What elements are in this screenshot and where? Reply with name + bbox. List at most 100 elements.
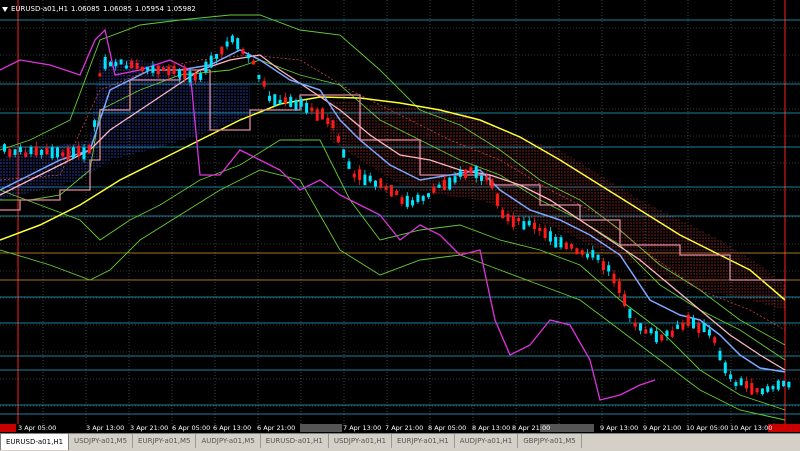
candle-bear	[98, 73, 102, 77]
candle-bear	[326, 117, 330, 125]
candle-bear	[77, 145, 81, 156]
candle-bull	[405, 195, 409, 207]
candle-bull	[56, 147, 59, 158]
candle-bull	[342, 149, 346, 158]
candle-bull	[93, 120, 97, 127]
band-line	[0, 169, 786, 421]
candle-bull	[453, 176, 457, 183]
tab-eurusd-a01-h1-0[interactable]: EURUSD-a01,H1	[0, 434, 70, 450]
candle-bear	[395, 190, 399, 195]
candle-bear	[66, 147, 70, 160]
candle-bull	[204, 61, 208, 73]
candle-bull	[246, 54, 250, 59]
candle-bull	[230, 35, 234, 43]
candle-bull	[734, 382, 738, 386]
time-axis-label: 6 Apr 21:00	[257, 424, 296, 432]
time-axis-label: 7 Apr 21:00	[385, 424, 424, 432]
candle-bear	[183, 67, 187, 79]
candle-bull	[649, 328, 653, 334]
candle-bear	[283, 97, 287, 104]
candle-bull	[215, 53, 218, 59]
candle-bear	[220, 46, 224, 55]
candle-bear	[358, 169, 362, 181]
candle-bull	[146, 66, 150, 71]
tab-gbpjpy-a01-m5-8[interactable]: GBPJPY-a01,M5	[518, 434, 582, 448]
close-value: 1.05982	[166, 5, 196, 13]
low-value: 1.05954	[134, 5, 164, 13]
tab-usdjpy-a01-m5-1[interactable]: USDJPY-a01,M5	[69, 434, 134, 448]
time-axis-label: 10 Apr 05:00	[686, 424, 729, 432]
time-axis-label: 3 Apr 13:00	[86, 424, 125, 432]
candle-bull	[665, 330, 669, 337]
candle-bear	[713, 337, 717, 343]
candle-bear	[389, 184, 393, 197]
candle-bear	[580, 250, 584, 255]
tab-audjpy-a01-h1-7[interactable]: AUDJPY-a01,H1	[455, 434, 519, 448]
candle-bull	[151, 65, 155, 73]
candle-bear	[633, 322, 637, 327]
candle-bear	[352, 173, 356, 178]
candle-bear	[517, 218, 521, 222]
candle-bear	[686, 314, 690, 326]
candle-bull	[3, 144, 6, 152]
candle-bear	[61, 152, 65, 157]
candle-bull	[236, 38, 240, 50]
candle-bull	[294, 100, 298, 110]
candle-bear	[644, 329, 648, 334]
candle-bear	[485, 176, 489, 181]
candle-bull	[50, 147, 54, 159]
time-axis-label: 7 Apr 13:00	[343, 424, 382, 432]
candle-bull	[109, 62, 112, 67]
candle-bull	[199, 73, 203, 80]
candle-bear	[8, 149, 12, 157]
chart-header: EURUSD-a01,H1 1.06085 1.06085 1.05954 1.…	[2, 3, 199, 15]
candle-bear	[156, 65, 160, 75]
candle-bull	[257, 74, 261, 79]
time-axis-label: 6 Apr 05:00	[172, 424, 211, 432]
candle-bull	[596, 254, 600, 260]
candle-bear	[45, 148, 49, 155]
candle-bear	[538, 227, 542, 231]
tab-audjpy-a01-m5-3[interactable]: AUDJPY-a01,M5	[196, 434, 261, 448]
price-chart[interactable]: EURUSD-a01,H1 1.06085 1.06085 1.05954 1.…	[0, 0, 800, 432]
candle-bull	[458, 170, 462, 177]
candle-bull	[739, 378, 743, 386]
candle-bull	[29, 147, 33, 155]
tab-usdjpy-a01-h1-5[interactable]: USDJPY-a01,H1	[329, 434, 393, 448]
candle-bear	[379, 178, 383, 188]
tab-eurjpy-a01-m5-2[interactable]: EURJPY-a01,M5	[133, 434, 197, 448]
candle-bull	[448, 177, 452, 190]
candle-bull	[654, 331, 658, 343]
candle-bull	[676, 324, 680, 329]
candle-bull	[374, 180, 377, 187]
candle-bull	[421, 195, 425, 201]
tab-eurusd-a01-h1-4[interactable]: EURUSD-a01,H1	[261, 434, 329, 448]
high-value: 1.06085	[103, 5, 132, 13]
time-axis-label: 9 Apr 21:00	[643, 424, 682, 432]
candle-bull	[305, 102, 309, 113]
candle-bull	[177, 70, 181, 78]
candle-bull	[702, 323, 706, 333]
chart-canvas[interactable]	[0, 0, 800, 432]
candle-bear	[400, 197, 404, 204]
time-axis-end-marker	[768, 424, 800, 432]
candle-bear	[384, 186, 388, 190]
candle-bear	[135, 62, 139, 69]
candle-bear	[310, 107, 314, 112]
candle-bear	[670, 330, 674, 337]
candle-bull	[628, 309, 632, 319]
candle-bull	[607, 265, 611, 272]
dropdown-triangle-icon[interactable]	[2, 6, 8, 12]
candle-bull	[289, 96, 293, 107]
candle-bull	[114, 61, 118, 67]
candle-bull	[548, 231, 552, 242]
symbol-label: EURUSD-a01,H1	[11, 5, 69, 13]
tab-eurjpy-a01-h1-6[interactable]: EURJPY-a01,H1	[392, 434, 455, 448]
candle-bear	[681, 322, 685, 330]
candle-bear	[533, 222, 536, 230]
candle-bear	[570, 244, 574, 249]
candle-bull	[771, 385, 775, 390]
candle-bull	[554, 236, 558, 248]
candle-bull	[474, 166, 478, 178]
candle-bull	[124, 65, 128, 69]
